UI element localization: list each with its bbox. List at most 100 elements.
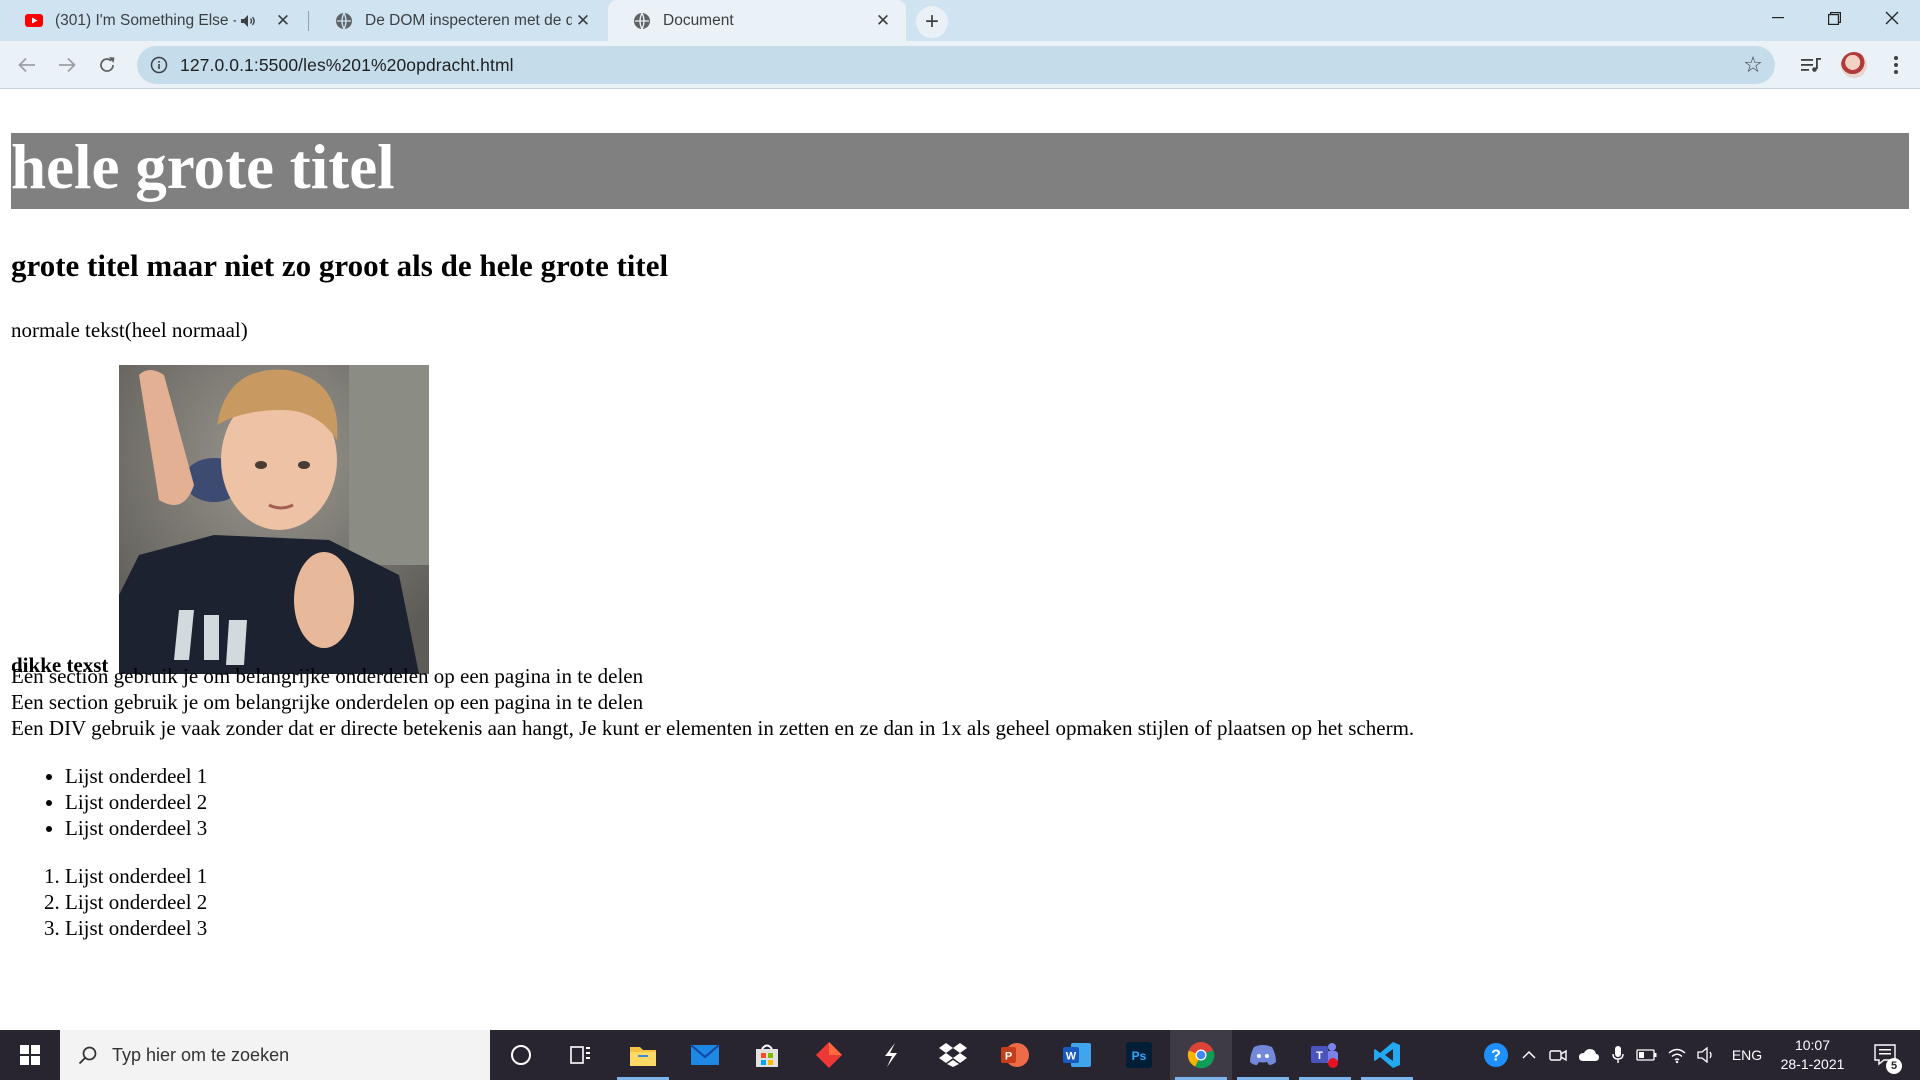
vivaldi-icon bbox=[816, 1042, 842, 1068]
vscode-icon bbox=[1374, 1042, 1400, 1068]
task-view-icon bbox=[570, 1046, 590, 1064]
cortana-icon bbox=[511, 1045, 531, 1065]
info-icon[interactable] bbox=[149, 55, 169, 75]
teams-button[interactable]: T bbox=[1294, 1030, 1356, 1080]
new-tab-button[interactable]: + bbox=[916, 6, 948, 38]
forward-button[interactable] bbox=[49, 47, 85, 83]
close-icon[interactable]: ✕ bbox=[272, 10, 294, 32]
chrome-button[interactable] bbox=[1170, 1030, 1232, 1080]
dropbox-button[interactable] bbox=[922, 1030, 984, 1080]
network-button[interactable] bbox=[1664, 1030, 1690, 1080]
svg-text:?: ? bbox=[1491, 1048, 1501, 1065]
minimize-button[interactable] bbox=[1749, 0, 1806, 36]
notification-center-button[interactable]: 5 bbox=[1866, 1030, 1906, 1080]
vivaldi-button[interactable] bbox=[798, 1030, 860, 1080]
svg-text:W: W bbox=[1066, 1051, 1077, 1063]
task-view-button[interactable] bbox=[550, 1030, 612, 1080]
discord-icon bbox=[1250, 1045, 1276, 1065]
clock-time: 10:07 bbox=[1794, 1037, 1831, 1053]
store-button[interactable] bbox=[736, 1030, 798, 1080]
microphone-button[interactable] bbox=[1606, 1030, 1630, 1080]
reload-icon bbox=[100, 57, 115, 72]
media-control-button[interactable] bbox=[1795, 49, 1827, 81]
wifi-icon bbox=[1668, 1048, 1686, 1064]
globe-icon bbox=[633, 12, 651, 30]
arrow-right-icon bbox=[59, 57, 76, 73]
file-explorer-icon bbox=[630, 1047, 656, 1066]
file-explorer-button[interactable] bbox=[612, 1030, 674, 1080]
tab-strip: (301) I'm Something Else - Sc ✕ De DOM i… bbox=[0, 0, 1920, 41]
speaker-icon bbox=[1697, 1047, 1712, 1063]
ordered-list: Lijst onderdeel 1 Lijst onderdeel 2 Lijs… bbox=[11, 863, 207, 941]
restore-button[interactable] bbox=[1806, 0, 1863, 36]
search-placeholder: Typ hier om te zoeken bbox=[112, 1044, 290, 1065]
scrivener-icon bbox=[885, 1043, 897, 1067]
language-indicator[interactable]: ENG bbox=[1724, 1030, 1770, 1080]
subtitle-heading: grote titel maar niet zo groot als de he… bbox=[11, 248, 669, 283]
tab-title: De DOM inspecteren met de dev bbox=[365, 11, 572, 29]
playlist-icon bbox=[1801, 58, 1821, 72]
clock-date: 28-1-2021 bbox=[1780, 1056, 1845, 1072]
photoshop-button[interactable]: Ps bbox=[1108, 1030, 1170, 1080]
scrivener-button[interactable] bbox=[860, 1030, 922, 1080]
tab-document[interactable]: Document ✕ bbox=[608, 0, 906, 41]
window-close-button[interactable] bbox=[1863, 0, 1920, 36]
microphone-icon bbox=[1612, 1046, 1624, 1063]
camera-icon bbox=[1549, 1049, 1567, 1062]
list-item: Lijst onderdeel 2 bbox=[65, 789, 207, 815]
search-icon bbox=[76, 1043, 100, 1067]
unordered-list: Lijst onderdeel 1 Lijst onderdeel 2 Lijs… bbox=[11, 763, 207, 841]
tab-youtube[interactable]: (301) I'm Something Else - Sc ✕ bbox=[0, 0, 306, 41]
show-hidden-icons-button[interactable] bbox=[1518, 1030, 1540, 1080]
menu-button[interactable] bbox=[1880, 49, 1912, 81]
store-icon bbox=[756, 1044, 778, 1067]
svg-text:Ps: Ps bbox=[1132, 1049, 1147, 1063]
dropbox-icon bbox=[939, 1043, 967, 1067]
word-button[interactable]: W bbox=[1046, 1030, 1108, 1080]
kebab-menu-icon bbox=[1894, 56, 1898, 74]
mail-icon bbox=[690, 1044, 720, 1065]
close-icon bbox=[1885, 11, 1898, 25]
help-button[interactable]: ? bbox=[1478, 1030, 1514, 1080]
url-text[interactable]: 127.0.0.1:5500/les%201%20opdracht.html bbox=[180, 55, 514, 76]
battery-button[interactable] bbox=[1634, 1030, 1660, 1080]
onedrive-button[interactable] bbox=[1576, 1030, 1602, 1080]
arrow-left-icon bbox=[18, 57, 35, 73]
photoshop-icon: Ps bbox=[1126, 1042, 1152, 1068]
start-button[interactable] bbox=[0, 1030, 60, 1080]
tab-title: Document bbox=[663, 11, 734, 29]
bookmark-star-icon[interactable]: ☆ bbox=[1741, 52, 1765, 77]
mail-button[interactable] bbox=[674, 1030, 736, 1080]
globe-icon bbox=[335, 12, 353, 30]
tab-title: (301) I'm Something Else - Sc bbox=[55, 11, 236, 29]
powerpoint-button[interactable]: P bbox=[984, 1030, 1046, 1080]
list-item: Lijst onderdeel 2 bbox=[65, 889, 207, 915]
help-icon: ? bbox=[1484, 1043, 1508, 1067]
tab-dom-inspect[interactable]: De DOM inspecteren met de dev ✕ bbox=[310, 0, 606, 41]
word-icon: W bbox=[1063, 1043, 1091, 1067]
cortana-button[interactable] bbox=[490, 1030, 552, 1080]
reload-button[interactable] bbox=[89, 47, 125, 83]
discord-button[interactable] bbox=[1232, 1030, 1294, 1080]
close-icon[interactable]: ✕ bbox=[872, 10, 894, 32]
chevron-up-icon bbox=[1522, 1050, 1536, 1059]
vscode-button[interactable] bbox=[1356, 1030, 1418, 1080]
teams-icon: T bbox=[1311, 1043, 1338, 1068]
svg-text:P: P bbox=[1005, 1051, 1012, 1063]
windows-logo-icon bbox=[20, 1045, 40, 1065]
chrome-icon bbox=[1187, 1042, 1215, 1069]
speaker-icon[interactable] bbox=[240, 14, 260, 28]
address-bar[interactable]: 127.0.0.1:5500/les%201%20opdracht.html ☆ bbox=[137, 46, 1775, 84]
svg-text:T: T bbox=[1316, 1050, 1323, 1062]
taskbar-search[interactable]: Typ hier om te zoeken bbox=[60, 1030, 490, 1080]
close-icon[interactable]: ✕ bbox=[572, 10, 594, 32]
profile-button[interactable] bbox=[1838, 49, 1870, 81]
clock[interactable]: 10:07 28-1-2021 bbox=[1770, 1036, 1855, 1074]
meet-now-button[interactable] bbox=[1546, 1030, 1570, 1080]
back-button[interactable] bbox=[9, 47, 45, 83]
browser-toolbar: 127.0.0.1:5500/les%201%20opdracht.html ☆ bbox=[0, 41, 1920, 89]
page-title: hele grote titel bbox=[11, 132, 395, 202]
restore-icon bbox=[1828, 11, 1841, 25]
youtube-icon bbox=[25, 12, 43, 30]
volume-button[interactable] bbox=[1694, 1030, 1720, 1080]
